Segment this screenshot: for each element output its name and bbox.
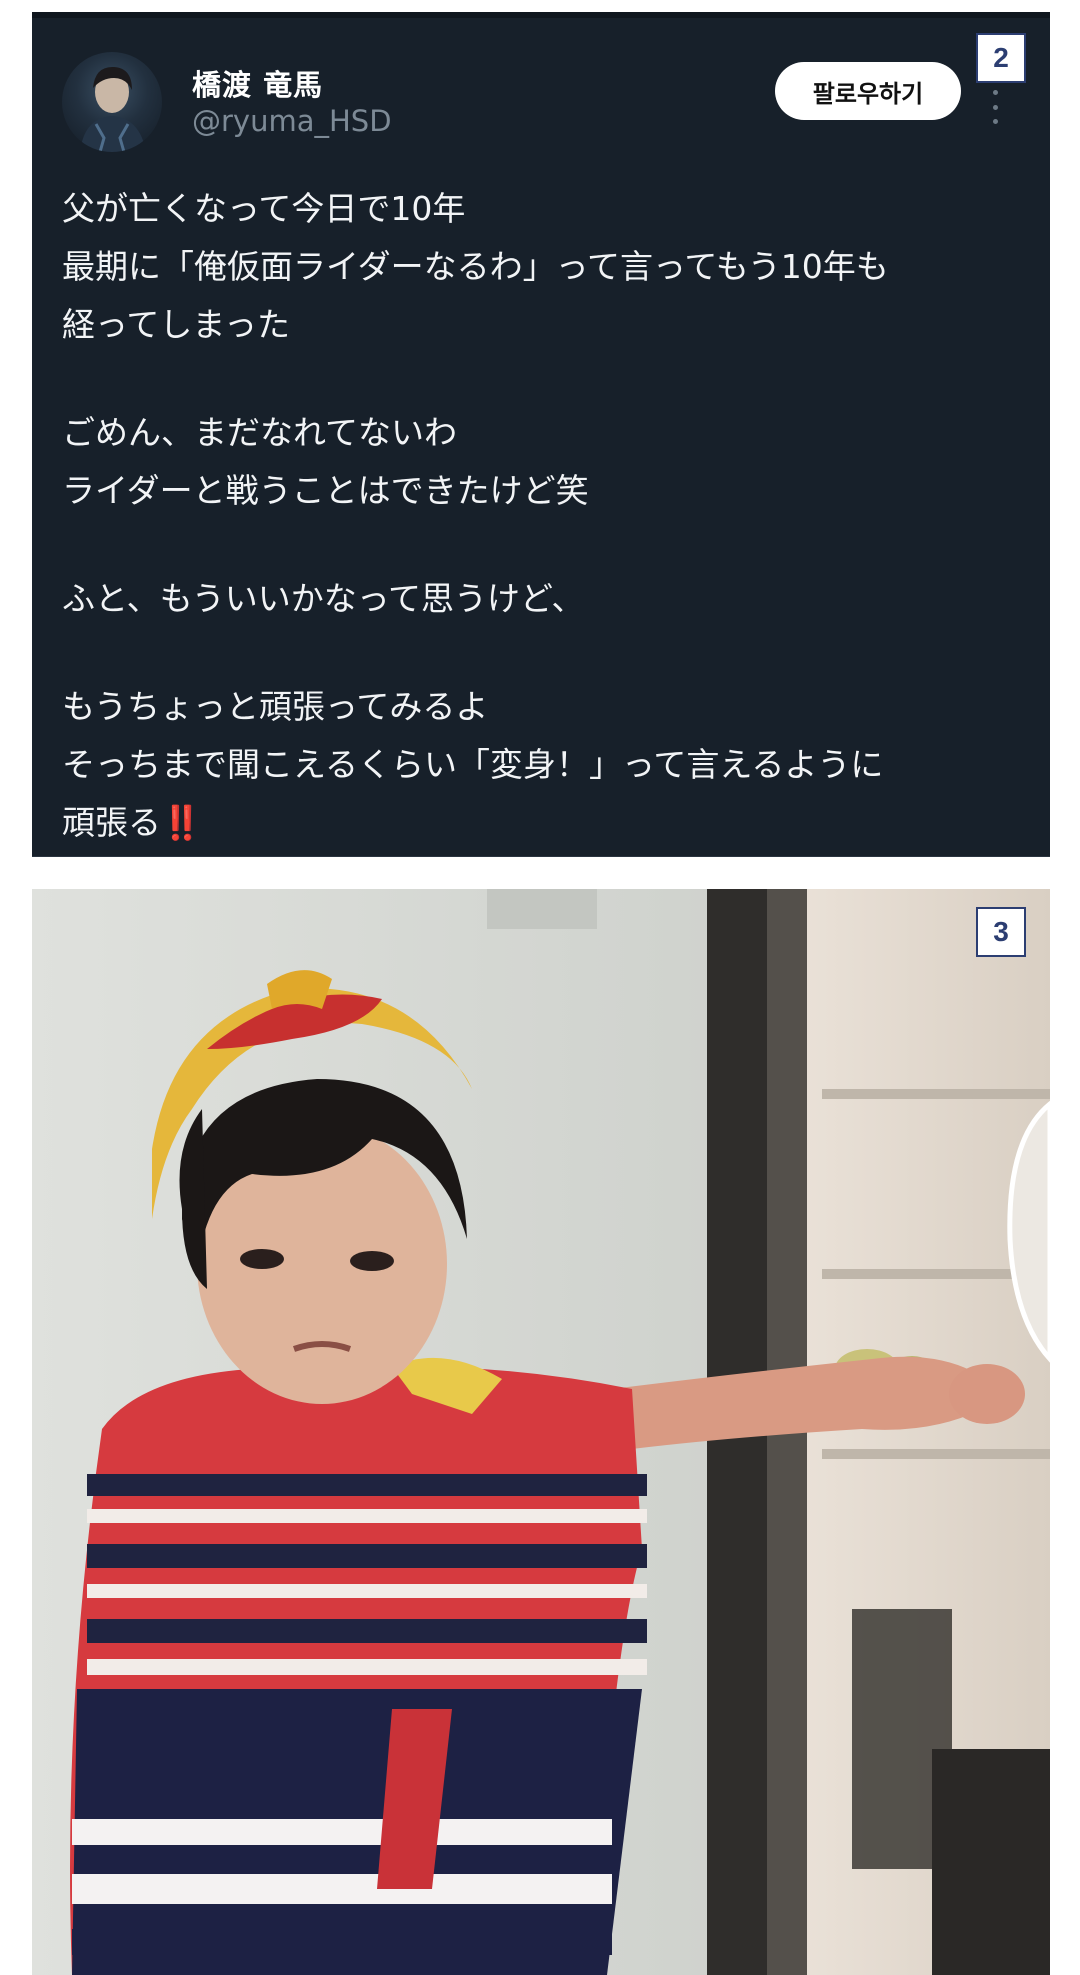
tweet-line: そっちまで聞こえるくらい「変身！」って言えるように — [62, 745, 884, 784]
childhood-photo — [32, 889, 1050, 1975]
tweet-last-line: 頑張る‼️ — [62, 794, 1022, 852]
childhood-photo-image — [32, 889, 1050, 1975]
follow-button[interactable]: 팔로우하기 — [775, 62, 961, 120]
number-badge: 3 — [976, 907, 1026, 957]
tweet-line: ライダーと戦うことはできたけど笑 — [62, 471, 589, 510]
tweet-text: 父が亡くなって今日で10年 最期に「俺仮面ライダーなるわ」って言ってもう10年も… — [62, 180, 1022, 852]
tweet-line: 最期に「俺仮面ライダーなるわ」って言ってもう10年も — [62, 247, 889, 286]
tweet-line: 父が亡くなって今日で10年 — [62, 189, 466, 228]
tweet-line: 経ってしまった — [62, 305, 291, 344]
number-badge: 2 — [976, 33, 1026, 83]
dot — [992, 104, 998, 110]
more-vertical-icon[interactable] — [989, 90, 1001, 124]
user-avatar[interactable] — [62, 52, 162, 152]
tweet-card: 橋渡 竜馬 @ryuma_HSD 팔로우하기 父が亡くなって今日で10年 最期に… — [32, 12, 1050, 857]
display-name: 橋渡 竜馬 — [192, 68, 324, 102]
avatar-portrait-icon — [80, 66, 146, 152]
double-exclamation-icon: ‼️ — [161, 803, 202, 842]
user-handle: @ryuma_HSD — [192, 104, 392, 138]
dot — [992, 90, 998, 95]
tweet-line: ふと、もういいかなって思うけど、 — [62, 579, 585, 618]
tweet-last-line-text: 頑張る — [62, 803, 161, 842]
tweet-line: もうちょっと頑張ってみるよ — [62, 687, 489, 726]
dot — [992, 119, 998, 124]
tweet-line: ごめん、まだなれてないわ — [62, 413, 458, 452]
